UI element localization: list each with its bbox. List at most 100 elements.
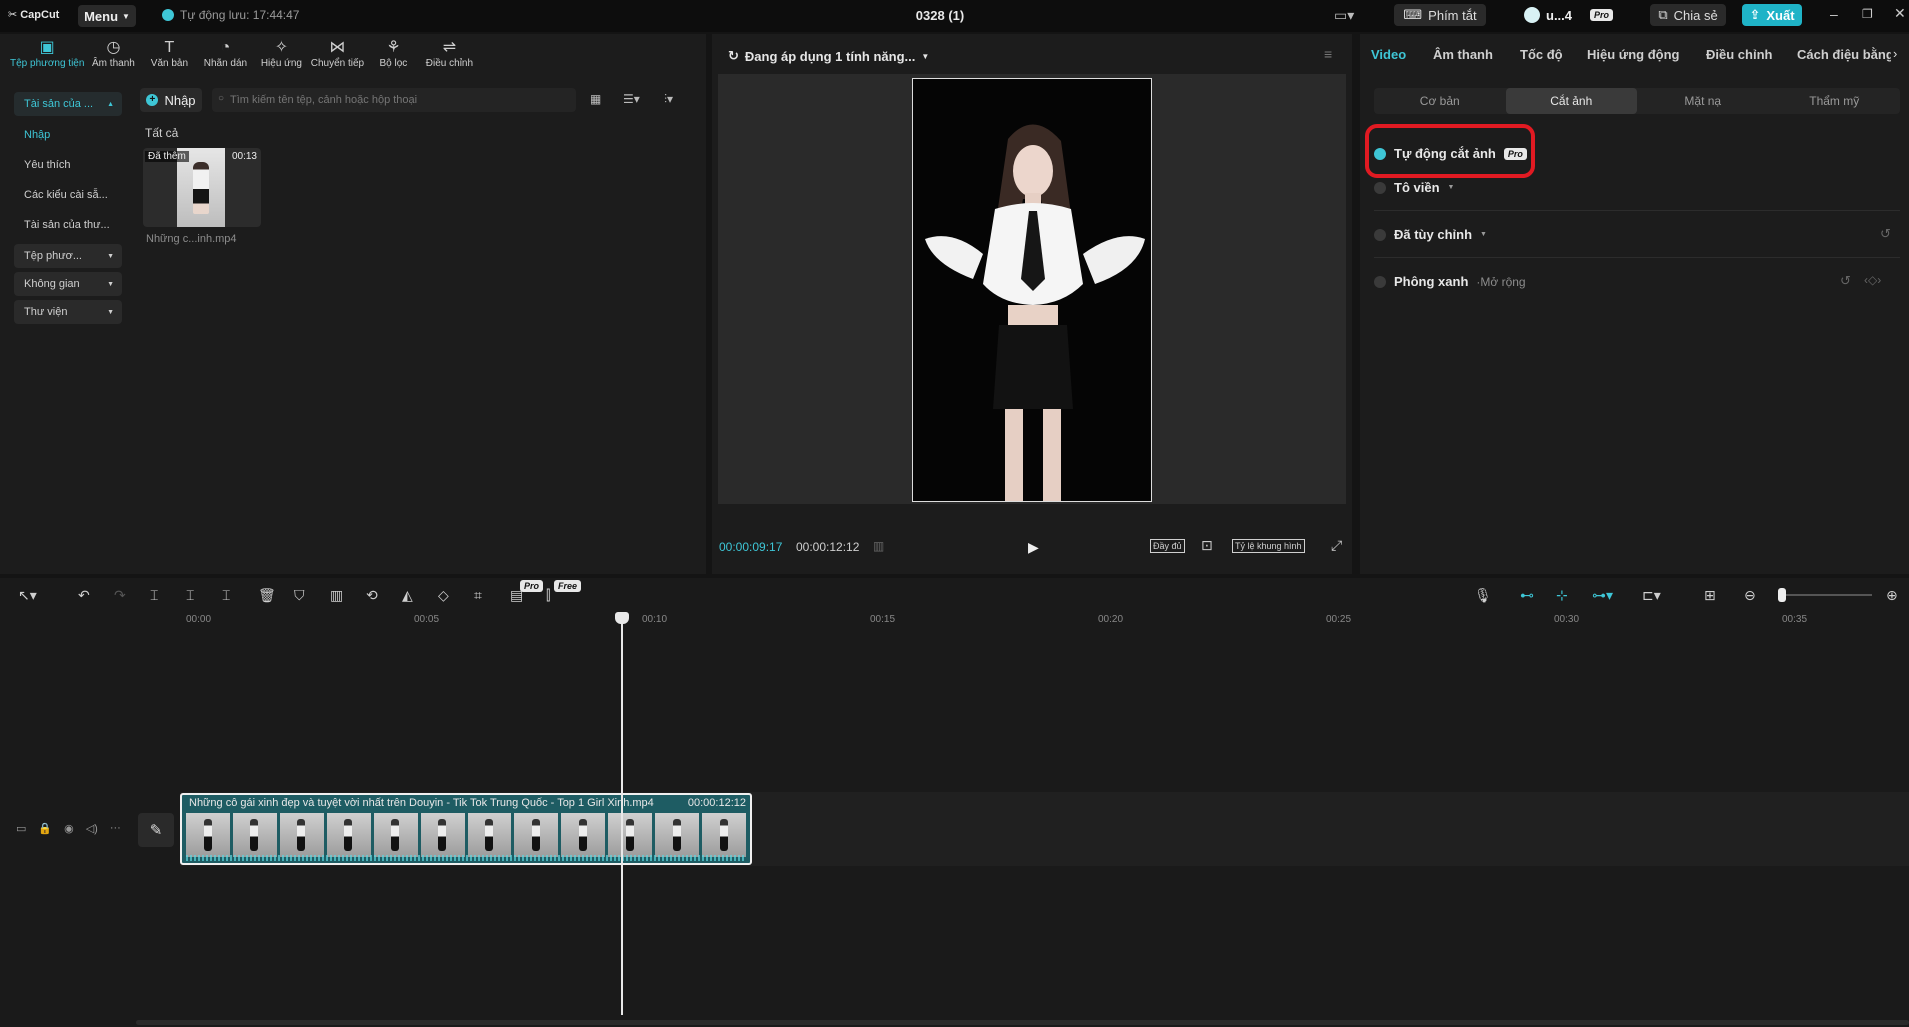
- playhead[interactable]: [621, 615, 623, 1015]
- time-ruler[interactable]: 00:00 00:05 00:10 00:15 00:20 00:25 00:3…: [186, 614, 1909, 628]
- tab-animation[interactable]: Hiệu ứng động: [1587, 47, 1679, 62]
- layout-icon[interactable]: ▭▾: [1334, 7, 1354, 24]
- tab-audio-props[interactable]: Âm thanh: [1433, 47, 1493, 62]
- sidebar-item-library-assets[interactable]: Tài sản của thư...: [14, 210, 122, 240]
- split-left-icon[interactable]: ⌶: [186, 587, 194, 604]
- player-menu-icon[interactable]: ≡: [1324, 46, 1332, 62]
- delete-icon[interactable]: 🗑: [258, 587, 276, 604]
- lock-icon[interactable]: 🔒: [38, 822, 52, 835]
- tab-stylize[interactable]: Cách điệu bằng: [1797, 47, 1891, 62]
- undo-icon[interactable]: ↶: [78, 587, 90, 604]
- tab-effects[interactable]: ✧ Hiệu ứng: [254, 34, 308, 74]
- video-preview[interactable]: [912, 78, 1152, 502]
- tab-adjust-props[interactable]: Điều chỉnh: [1706, 47, 1772, 62]
- preview-axis-icon[interactable]: ⊏▾: [1642, 587, 1661, 604]
- sidebar-item-library[interactable]: Thư viện ▼: [14, 300, 122, 324]
- user-account[interactable]: u...4 Pro: [1524, 7, 1614, 23]
- close-icon[interactable]: ✕: [1894, 5, 1906, 22]
- link-icon[interactable]: ⊷: [1520, 587, 1534, 604]
- mirror-icon[interactable]: ◭: [402, 587, 413, 604]
- tab-speed[interactable]: Tốc độ: [1520, 47, 1563, 62]
- restore-icon[interactable]: ❐: [1862, 7, 1873, 21]
- timeline-scrollbar[interactable]: [136, 1020, 1909, 1025]
- smart-cut-icon[interactable]: ⫿: [546, 587, 550, 604]
- marker-icon[interactable]: ⛉: [294, 587, 305, 604]
- stroke-option[interactable]: Tô viền ▼: [1374, 180, 1454, 195]
- share-button[interactable]: ⧉ Chia sẻ: [1650, 4, 1726, 26]
- subtab-cutout[interactable]: Cắt ảnh: [1505, 88, 1637, 114]
- microphone-icon[interactable]: 🎙: [1474, 587, 1492, 604]
- reset-icon[interactable]: ↺: [1840, 273, 1851, 289]
- reset-icon[interactable]: ↺: [1880, 226, 1891, 242]
- subtab-mask[interactable]: Mặt nạ: [1637, 88, 1769, 114]
- zoom-out-icon[interactable]: ⊖: [1744, 587, 1756, 604]
- chroma-key-option[interactable]: Phông xanh ·Mở rộng: [1374, 274, 1526, 289]
- crop-icon[interactable]: ⌗: [474, 587, 482, 604]
- sort-icon[interactable]: ☰▾: [623, 92, 640, 106]
- thumbnail-icon[interactable]: ⊞: [1704, 587, 1716, 604]
- tab-sticker[interactable]: ◔ Nhãn dán: [198, 34, 252, 74]
- sidebar-item-media-file[interactable]: Tệp phươ... ▼: [14, 244, 122, 268]
- sidebar-item-import[interactable]: Nhập: [14, 120, 122, 150]
- redo-icon[interactable]: ↷: [114, 587, 126, 604]
- full-quality-button[interactable]: Đầy đủ: [1150, 539, 1185, 553]
- tab-transition[interactable]: ⋈ Chuyển tiếp: [310, 34, 364, 74]
- sidebar-item-space[interactable]: Không gian ▼: [14, 272, 122, 296]
- media-item[interactable]: Đã thêm 00:13: [143, 148, 261, 227]
- player-status[interactable]: ↻ Đang áp dụng 1 tính năng... ▼: [728, 48, 929, 64]
- expand-note: ·Mở rộng: [1476, 274, 1526, 289]
- tab-filter[interactable]: ⚘ Bộ lọc: [366, 34, 420, 74]
- tab-text[interactable]: T Văn bản: [142, 34, 196, 74]
- timeline-layout-icon[interactable]: ▥: [873, 539, 884, 553]
- custom-option[interactable]: Đã tùy chỉnh ▼: [1374, 227, 1487, 242]
- ruler-tick: 00:25: [1326, 614, 1352, 625]
- snap-icon[interactable]: ⊹: [1556, 587, 1568, 604]
- cover-icon[interactable]: ▭: [16, 822, 26, 835]
- sidebar-item-favorites[interactable]: Yêu thích: [14, 150, 122, 180]
- checkbox-icon[interactable]: [1374, 275, 1386, 288]
- search-input[interactable]: [212, 88, 576, 112]
- tab-adjust[interactable]: ⇌ Điều chỉnh: [422, 34, 476, 74]
- tab-audio[interactable]: ◷ Âm thanh: [86, 34, 140, 74]
- checkbox-icon[interactable]: [1374, 181, 1386, 194]
- sidebar-item-assets[interactable]: Tài sản của ... ▲: [14, 92, 122, 116]
- subtab-basic[interactable]: Cơ bản: [1374, 88, 1506, 114]
- edit-cover-button[interactable]: ✎: [138, 813, 174, 847]
- aspect-ratio-button[interactable]: Tỷ lệ khung hình: [1232, 539, 1305, 553]
- sidebar-item-presets[interactable]: Các kiểu cài sẵ...: [14, 180, 122, 210]
- ruler-tick: 00:30: [1554, 614, 1580, 625]
- more-icon[interactable]: ···: [110, 822, 121, 835]
- zoom-in-icon[interactable]: ⊕: [1886, 587, 1898, 604]
- zoom-slider-handle[interactable]: [1778, 588, 1786, 602]
- play-icon[interactable]: ▶: [1028, 539, 1039, 556]
- plus-icon: +: [146, 94, 159, 106]
- export-button[interactable]: ⇪ Xuất: [1742, 4, 1802, 26]
- screenshot-icon[interactable]: ⊡: [1201, 537, 1213, 554]
- project-title[interactable]: 0328 (1): [880, 8, 1000, 23]
- clip-label: Những cô gái xinh đẹp và tuyệt vời nhất …: [189, 797, 654, 809]
- eye-icon[interactable]: ◉: [64, 822, 74, 835]
- menu-button[interactable]: Menu ▼: [78, 5, 136, 27]
- fullscreen-icon[interactable]: ⤢: [1331, 537, 1342, 554]
- split-icon[interactable]: ⌶: [150, 587, 158, 604]
- keyframe-icon[interactable]: ‹◇›: [1864, 273, 1881, 287]
- filter-icon[interactable]: ⫶▾: [664, 92, 673, 107]
- zoom-slider-track[interactable]: [1782, 594, 1872, 596]
- linkage-icon[interactable]: ⊶▾: [1592, 587, 1613, 604]
- import-button[interactable]: + Nhập: [140, 88, 202, 112]
- select-tool-icon[interactable]: ↖▾: [18, 587, 37, 604]
- chevron-right-icon[interactable]: ›: [1893, 46, 1897, 61]
- video-clip[interactable]: Những cô gái xinh đẹp và tuyệt vời nhất …: [180, 793, 752, 865]
- shortcuts-button[interactable]: ⌨ Phím tắt: [1394, 4, 1486, 26]
- freeze-icon[interactable]: ▥: [330, 587, 343, 604]
- minimize-icon[interactable]: –: [1830, 6, 1838, 22]
- reverse-icon[interactable]: ⟲: [366, 587, 378, 604]
- grid-view-icon[interactable]: ▦: [590, 92, 601, 106]
- volume-icon[interactable]: ◁): [86, 822, 98, 835]
- checkbox-icon[interactable]: [1374, 228, 1386, 241]
- subtab-beauty[interactable]: Thẩm mỹ: [1769, 88, 1901, 114]
- rotate-icon[interactable]: ◇: [438, 587, 449, 604]
- tab-video[interactable]: Video: [1371, 47, 1406, 62]
- split-right-icon[interactable]: ⌶: [222, 587, 230, 604]
- tab-media[interactable]: ▣ Tệp phương tiện: [10, 34, 84, 74]
